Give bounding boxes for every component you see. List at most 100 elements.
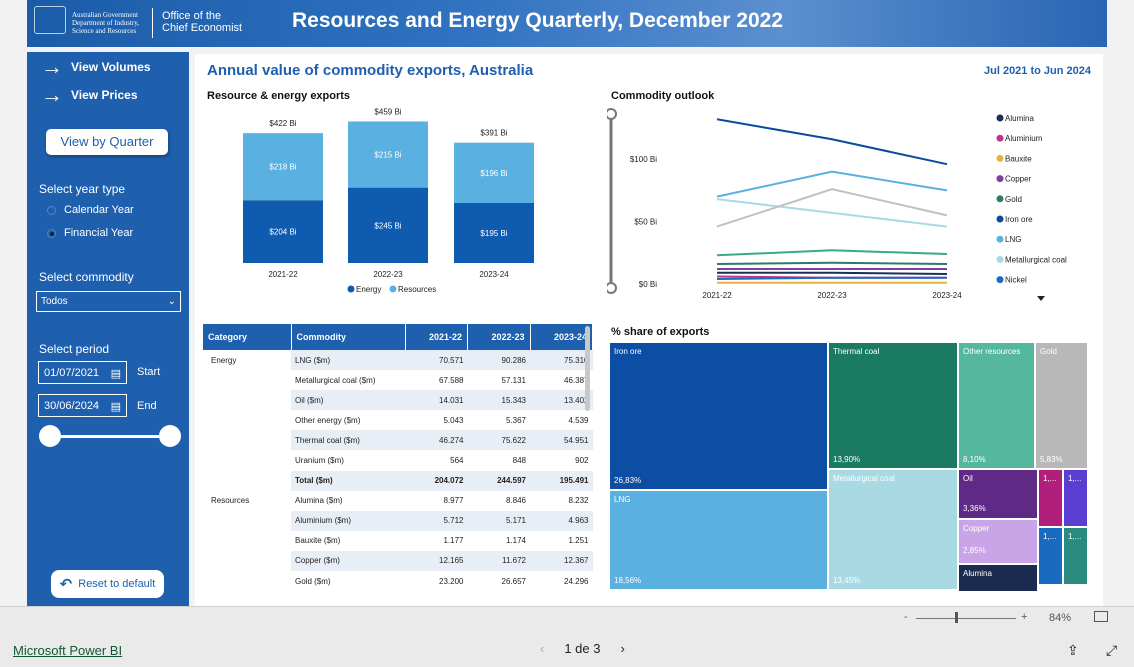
- category-cell[interactable]: [203, 390, 291, 410]
- category-cell[interactable]: [203, 531, 291, 551]
- treemap-cell[interactable]: Other resources 8,10%: [958, 342, 1035, 469]
- commodity-cell: Metallurgical coal ($m): [295, 375, 376, 385]
- category-cell[interactable]: [203, 370, 291, 390]
- category-cell[interactable]: [203, 471, 291, 491]
- legend-marker[interactable]: [996, 276, 1004, 284]
- zoom-out-button[interactable]: -: [904, 611, 908, 623]
- treemap-cell-value: 1,...: [1068, 532, 1082, 541]
- treemap-cell[interactable]: Thermal coal 13,90%: [828, 342, 958, 469]
- legend-marker[interactable]: [996, 215, 1004, 223]
- line-series[interactable]: [717, 271, 948, 276]
- line-series[interactable]: [716, 249, 948, 257]
- table-row: Other energy ($m) 5.043 5.367 4.539: [203, 410, 593, 430]
- legend-label[interactable]: Aluminium: [1005, 134, 1043, 143]
- treemap-cell[interactable]: 1,...: [1038, 469, 1063, 527]
- legend-scroll-down-icon[interactable]: [1037, 296, 1045, 301]
- category-cell[interactable]: [203, 571, 291, 591]
- legend-label[interactable]: Metallurgical coal: [1005, 255, 1067, 264]
- radio-financial-year[interactable]: Financial Year: [47, 227, 133, 239]
- legend-marker[interactable]: [996, 114, 1004, 122]
- table-scrollbar[interactable]: [585, 326, 590, 411]
- calendar-icon[interactable]: ▤: [111, 400, 121, 413]
- line-series[interactable]: [716, 276, 947, 281]
- category-cell[interactable]: Resources: [203, 491, 291, 511]
- legend-marker[interactable]: [996, 195, 1004, 203]
- legend-label[interactable]: Nickel: [1005, 276, 1027, 285]
- col-category[interactable]: Category: [203, 324, 292, 350]
- category-cell[interactable]: [203, 430, 291, 450]
- end-date-input[interactable]: 30/06/2024 ▤: [38, 394, 127, 417]
- line-series[interactable]: [716, 188, 948, 228]
- treemap-cell-label: LNG: [614, 495, 631, 504]
- view-by-quarter-button[interactable]: View by Quarter: [46, 129, 168, 155]
- treemap-cell[interactable]: Oil 3,36%: [958, 469, 1038, 519]
- next-page-icon[interactable]: ›: [621, 641, 625, 656]
- slider-start-handle[interactable]: [39, 425, 61, 447]
- legend-label[interactable]: Iron ore: [1005, 215, 1033, 224]
- legend-marker[interactable]: [996, 134, 1004, 142]
- legend-label[interactable]: LNG: [1005, 235, 1021, 244]
- zoom-level: 84%: [1049, 612, 1072, 624]
- legend-marker[interactable]: [996, 175, 1004, 183]
- category-cell[interactable]: [203, 511, 291, 531]
- start-date-value: 01/07/2021: [44, 367, 100, 379]
- legend-marker[interactable]: [389, 285, 397, 293]
- treemap-cell[interactable]: Alumina: [958, 564, 1038, 592]
- line-series[interactable]: [716, 170, 948, 198]
- treemap-cell[interactable]: 1,...: [1038, 527, 1063, 585]
- legend-marker[interactable]: [996, 255, 1004, 263]
- range-slider-handle[interactable]: [607, 108, 617, 120]
- col-commodity[interactable]: Commodity: [291, 324, 406, 350]
- treemap-cell[interactable]: Metallurgical coal 13,45%: [828, 469, 958, 590]
- commodity-cell: Bauxite ($m): [295, 536, 341, 546]
- slider-end-handle[interactable]: [159, 425, 181, 447]
- legend-label[interactable]: Copper: [1005, 175, 1032, 184]
- legend-label[interactable]: Energy: [356, 285, 381, 294]
- legend-marker[interactable]: [996, 235, 1004, 243]
- category-cell[interactable]: [203, 410, 291, 430]
- category-cell[interactable]: Energy: [203, 350, 291, 370]
- category-cell[interactable]: [203, 551, 291, 571]
- col-2022-23[interactable]: 2022-23: [467, 324, 531, 350]
- category-cell[interactable]: [203, 450, 291, 470]
- line-series[interactable]: [716, 118, 948, 166]
- zoom-slider-handle[interactable]: [955, 612, 958, 623]
- view-volumes-link[interactable]: → View Volumes: [41, 56, 151, 78]
- share-icon[interactable]: ⇪: [1067, 642, 1079, 659]
- prev-page-icon[interactable]: ‹: [540, 641, 544, 656]
- radio-button[interactable]: [47, 205, 56, 215]
- treemap-cell[interactable]: LNG 18,56%: [609, 490, 828, 590]
- legend-label[interactable]: Bauxite: [1005, 154, 1032, 163]
- col-2023-24[interactable]: 2023-24: [530, 324, 593, 350]
- fullscreen-icon[interactable]: ⤢: [1106, 642, 1117, 659]
- line-series[interactable]: [716, 261, 948, 266]
- powerbi-brand-link[interactable]: Microsoft Power BI: [13, 643, 122, 658]
- treemap-cell[interactable]: Gold 5,83%: [1035, 342, 1088, 469]
- legend-marker[interactable]: [347, 285, 355, 293]
- legend-label[interactable]: Alumina: [1005, 114, 1034, 123]
- legend-marker[interactable]: [996, 154, 1004, 162]
- commodity-dropdown[interactable]: Todos ⌄: [36, 291, 181, 312]
- view-prices-link[interactable]: → View Prices: [41, 84, 138, 106]
- treemap-cell[interactable]: 1,...: [1063, 527, 1088, 585]
- legend-label[interactable]: Gold: [1005, 195, 1022, 204]
- period-slider-track[interactable]: [49, 435, 169, 438]
- legend-label[interactable]: Resources: [398, 285, 436, 294]
- zoom-slider[interactable]: [916, 618, 1016, 619]
- zoom-in-button[interactable]: +: [1021, 611, 1027, 623]
- line-series[interactable]: [716, 198, 948, 228]
- fit-to-page-icon[interactable]: [1094, 611, 1108, 622]
- col-2021-22[interactable]: 2021-22: [405, 324, 468, 350]
- range-slider-handle[interactable]: [607, 282, 617, 294]
- bar-total-label: $391 Bi: [480, 129, 507, 138]
- treemap-cell[interactable]: Iron ore 26,83%: [609, 342, 828, 490]
- reset-button[interactable]: ↶ Reset to default: [51, 570, 164, 598]
- radio-label: Financial Year: [64, 227, 134, 239]
- calendar-icon[interactable]: ▤: [111, 367, 121, 380]
- radio-calendar-year[interactable]: Calendar Year: [47, 204, 134, 216]
- treemap-cell[interactable]: Copper 2,85%: [958, 519, 1038, 564]
- start-date-input[interactable]: 01/07/2021 ▤: [38, 361, 127, 384]
- treemap-cell[interactable]: 1,...: [1063, 469, 1088, 527]
- radio-button-selected[interactable]: [47, 228, 56, 238]
- table-row: Oil ($m) 14.031 15.343 13.402: [203, 390, 593, 411]
